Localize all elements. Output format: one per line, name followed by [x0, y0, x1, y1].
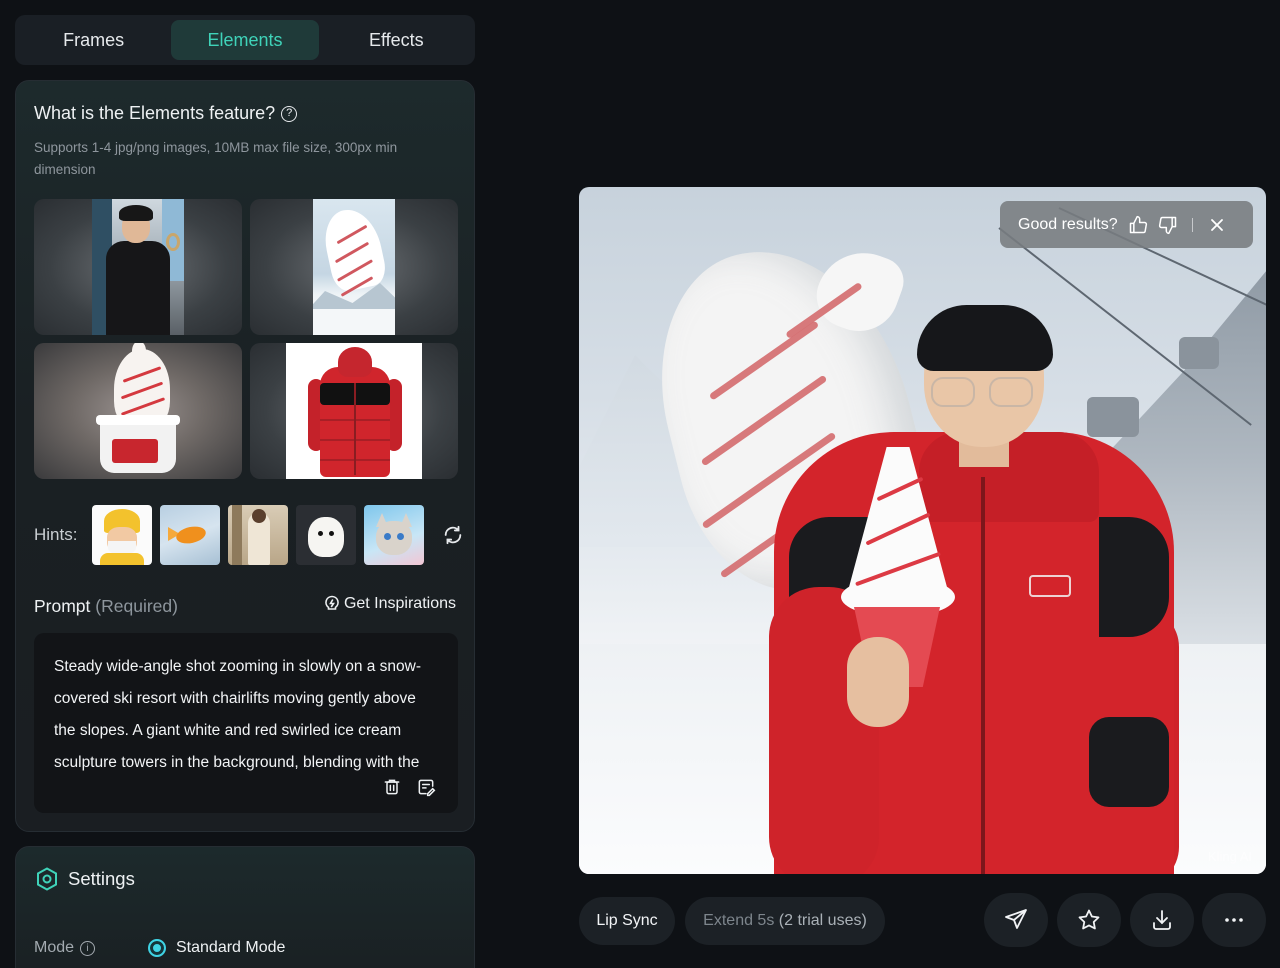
mode-tabs: Frames Elements Effects [15, 15, 475, 65]
more-horizontal-icon [1225, 918, 1243, 922]
settings-header[interactable]: Settings [36, 867, 135, 891]
video-preview[interactable]: Kling AI [579, 187, 1266, 874]
prompt-actions [382, 777, 436, 797]
thumbs-up-icon[interactable] [1128, 215, 1148, 235]
close-icon[interactable] [1207, 215, 1227, 235]
ice-sculpture-photo [313, 199, 395, 335]
thumbs-down-icon[interactable] [1158, 215, 1178, 235]
refresh-icon[interactable] [442, 524, 464, 546]
lip-sync-button[interactable]: Lip Sync [579, 897, 675, 945]
prompt-label: Prompt (Required) [34, 596, 178, 617]
mode-option-standard[interactable]: Standard Mode [148, 939, 285, 957]
get-inspirations-button[interactable]: Get Inspirations [324, 595, 456, 613]
settings-card: Settings Mode i Standard Mode [15, 846, 475, 968]
elements-title-text: What is the Elements feature? [34, 103, 276, 123]
download-icon [1153, 910, 1171, 930]
settings-hex-icon [37, 867, 57, 891]
element-thumbnails [34, 199, 458, 479]
send-icon [1005, 909, 1027, 929]
hints-label: Hints: [34, 525, 78, 544]
info-icon[interactable]: i [80, 940, 96, 956]
prompt-text[interactable]: Steady wide-angle shot zooming in slowly… [54, 651, 438, 779]
download-button[interactable] [1130, 893, 1194, 947]
feedback-separator [1191, 217, 1193, 232]
hint-woman-portrait[interactable] [228, 505, 288, 565]
mode-label-text: Mode [34, 939, 75, 956]
hint-builder-character[interactable] [92, 505, 152, 565]
extend-button[interactable]: Extend 5s (2 trial uses) [685, 897, 885, 945]
element-thumb-icecream[interactable] [34, 343, 242, 479]
edit-note-icon[interactable] [416, 777, 436, 797]
app-root: Frames Elements Effects What is the Elem… [0, 0, 1280, 968]
get-inspirations-label: Get Inspirations [343, 595, 456, 612]
star-icon [1078, 909, 1100, 930]
tab-frames[interactable]: Frames [20, 20, 167, 60]
feedback-label: Good results? [1018, 215, 1118, 233]
hint-goldfish[interactable] [160, 505, 220, 565]
favorite-button[interactable] [1057, 893, 1121, 947]
ice-cream-cup-photo [34, 343, 242, 479]
hints-row: Hints: [34, 505, 464, 565]
help-icon[interactable]: ? [281, 105, 298, 122]
extend-uses: (2 trial uses) [778, 912, 867, 929]
settings-title: Settings [68, 868, 135, 889]
elements-title: What is the Elements feature? ? [34, 103, 298, 124]
more-button[interactable] [1202, 893, 1266, 947]
mode-label: Mode i [34, 939, 96, 957]
bulb-icon [325, 595, 339, 610]
prompt-required-text: (Required) [95, 596, 178, 616]
element-thumb-person[interactable] [34, 199, 242, 335]
watermark: Kling AI [1207, 849, 1252, 864]
hint-cartoon-cat[interactable] [364, 505, 424, 565]
element-thumb-sculpture[interactable] [250, 199, 458, 335]
red-coat-photo [286, 343, 422, 479]
extend-label: Extend 5s [703, 912, 775, 929]
element-thumb-coat[interactable] [250, 343, 458, 479]
tab-effects[interactable]: Effects [323, 20, 470, 60]
tab-elements[interactable]: Elements [171, 20, 319, 60]
feedback-bar: Good results? [1000, 201, 1253, 248]
person-photo [92, 199, 184, 335]
hint-white-puppy[interactable] [296, 505, 356, 565]
radio-selected-icon [148, 939, 166, 957]
mode-option-label: Standard Mode [176, 939, 286, 956]
share-button[interactable] [984, 893, 1048, 947]
prompt-textarea[interactable]: Steady wide-angle shot zooming in slowly… [34, 633, 458, 813]
elements-subtitle: Supports 1-4 jpg/png images, 10MB max fi… [34, 140, 398, 177]
elements-card: What is the Elements feature? ? Supports… [15, 80, 475, 832]
prompt-label-text: Prompt [34, 596, 91, 616]
trash-icon[interactable] [382, 777, 402, 797]
